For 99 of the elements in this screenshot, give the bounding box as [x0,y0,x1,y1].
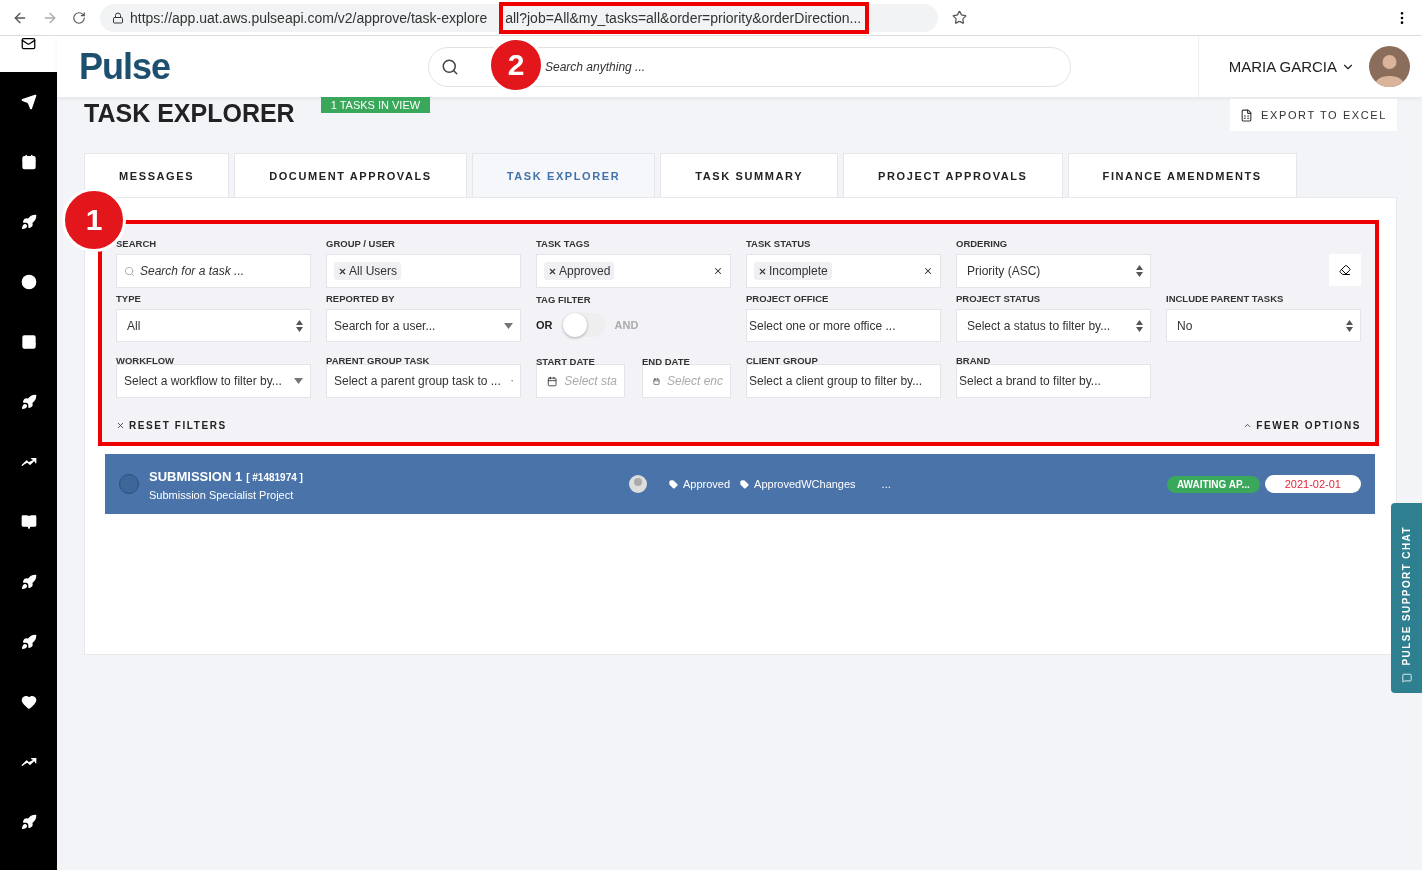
clear-icon[interactable] [923,266,933,276]
filter-label: CLIENT GROUP [746,353,819,364]
sort-icon [1346,319,1353,332]
highlighted-url-text: all?job=All&my_tasks=all&order=priority&orderDirection... [499,1,870,34]
filter-label: TASK STATUS [746,236,812,251]
pulse-logo: Pulse [79,45,172,88]
clear-filters-button[interactable] [1329,254,1361,286]
task-checkbox[interactable] [119,474,139,494]
tag-select-field[interactable]: Approved [536,254,731,288]
remove-icon[interactable] [338,266,347,276]
rocket-icon[interactable] [20,214,37,230]
heart-icon[interactable] [20,694,37,710]
rocket-icon[interactable] [20,394,37,410]
tab[interactable]: PROJECT APPROVALS [843,153,1063,197]
select-field[interactable]: Priority (ASC) [956,254,1151,288]
filter-label: START DATE [536,355,596,364]
tag-icon [669,479,678,489]
filter-label: TYPE [116,292,142,307]
mail-icon[interactable] [21,36,36,51]
due-date-pill: 2021-02-01 [1264,475,1361,493]
filter-label: INCLUDE PARENT TASKS [1166,292,1285,307]
filter-label: SEARCH [116,236,158,251]
lock-icon [112,11,124,24]
filter-label: WORKFLOW [116,353,176,364]
sort-icon [1136,319,1143,332]
tag-select-field[interactable]: All Users [326,254,521,288]
task-row[interactable]: SUBMISSION 1 [ #1481974 ] Submission Specialist Project Approved ApprovedWChanges ... AWAITING AP... 2021-02-01 [105,454,1375,514]
dropdown-field[interactable]: Select a workflow to filter by... [116,364,311,398]
tag-icon [740,479,750,489]
filter-label: BRAND [956,353,992,364]
dropdown-field[interactable]: Search for a user... [326,309,521,342]
status-pill: AWAITING AP... [1166,475,1260,493]
input-field[interactable]: Select a brand to filter by... [956,364,1151,398]
rocket-icon[interactable] [20,814,37,830]
chat-icon [1401,673,1412,683]
input-field[interactable]: Select a client group to filter by... [746,364,941,398]
select-field[interactable]: All [116,309,311,342]
address-bar[interactable]: https://app.uat.aws.pulseapi.com/v2/approve/task-explore all?job=All&my_tasks=all&order=priority&orderDirection... [100,3,938,32]
bookmark-star-icon[interactable] [952,10,967,25]
avatar[interactable] [1369,46,1410,87]
remove-icon[interactable] [548,266,557,276]
tag-select-field[interactable]: Incomplete [746,254,941,288]
sort-icon [296,319,303,332]
url-text: https://app.uat.aws.pulseapi.com/v2/approve/task-explore [130,9,488,26]
search-field[interactable]: Search for a task ... [116,254,311,288]
project-name: Submission Specialist Project [149,489,295,501]
tag-chip-label: Incomplete [769,264,828,278]
toggle-label: AND [614,319,639,331]
tab[interactable]: TASK SUMMARY [660,153,839,197]
task-count-badge: 1 TASKS IN VIEW [320,97,431,113]
tag-chip-label: Approved [559,264,611,278]
rocket-icon[interactable] [20,574,37,590]
rocket-icon[interactable] [20,634,37,650]
tag-chip-label: All Users [349,264,397,278]
filter-label: END DATE [642,355,691,364]
more-tags[interactable]: ... [881,478,891,490]
send-icon[interactable] [20,94,37,110]
select-field[interactable]: Select a status to filter by... [956,309,1151,342]
calendar-icon [547,375,558,387]
eraser-icon [1339,264,1351,276]
reset-filters-button[interactable]: RESET FILTERS [116,419,227,431]
search-icon [124,265,135,277]
export-button[interactable]: EXPORT TO EXCEL [1230,99,1397,131]
sort-icon [1136,265,1143,277]
select-field[interactable]: No [1166,309,1361,342]
calendar-icon[interactable] [20,154,37,170]
toggle-label: OR [536,319,553,331]
filter-label: PARENT GROUP TASK [326,353,431,364]
task-title: SUBMISSION 1 [149,469,243,484]
user-menu[interactable]: MARIA GARCIA [1228,58,1355,75]
close-icon [116,420,125,430]
task-id: [ #1481974 ] [246,472,303,483]
tab[interactable]: DOCUMENT APPROVALS [234,153,467,197]
support-chat-tab[interactable]: PULSE SUPPORT CHAT [1391,503,1422,693]
search-icon [441,57,459,76]
filter-label: ORDERING [956,236,1009,251]
filter-label: TASK TAGS [536,236,591,251]
input-field[interactable]: Select one or more office ... [746,309,941,342]
assignee-avatar [629,475,647,493]
filter-label: REPORTED BY [326,292,396,307]
fewer-options-button[interactable]: FEWER OPTIONS [1243,419,1361,431]
tab[interactable]: TASK EXPLORER [471,153,656,197]
dropdown-field[interactable]: Select a parent group task to ... [326,364,521,398]
filter-label: PROJECT OFFICE [746,292,830,307]
reload-icon[interactable] [72,10,86,25]
tag-label: Approved [683,478,731,490]
excel-file-icon [1240,108,1254,122]
calendar-icon [653,375,660,387]
tab[interactable]: MESSAGES [84,153,230,197]
clear-icon[interactable] [713,266,723,276]
filter-label: TAG FILTER [536,292,592,307]
filter-label: GROUP / USER [326,236,396,251]
remove-icon[interactable] [758,266,767,276]
tag-label: ApprovedWChanges [754,478,856,490]
page-title: TASK EXPLORER [84,99,295,128]
book-icon[interactable] [20,514,37,530]
tab[interactable]: FINANCE AMENDMENTS [1067,153,1297,197]
toggle-switch[interactable] [562,313,605,337]
filter-label: PROJECT STATUS [956,292,1042,307]
